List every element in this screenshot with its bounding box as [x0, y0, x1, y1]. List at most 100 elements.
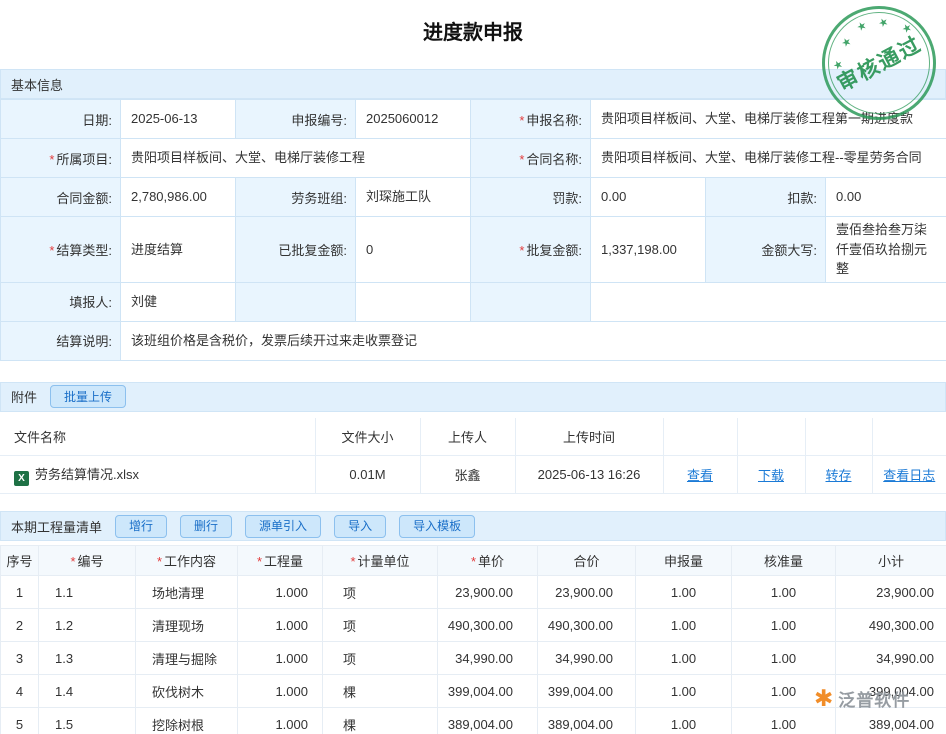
- labor-team-label: 劳务班组:: [236, 178, 356, 217]
- view-link[interactable]: 查看: [687, 468, 713, 483]
- cell-declared-qty: 1.00: [636, 642, 732, 675]
- cell-seq: 2: [1, 609, 39, 642]
- col-header-declared-qty: 申报量: [636, 546, 732, 576]
- batch-upload-button[interactable]: 批量上传: [50, 385, 126, 408]
- required-mark: *: [49, 152, 54, 167]
- col-header-total-price: 合价: [538, 546, 636, 576]
- cell-code: 1.2: [39, 609, 136, 642]
- required-mark: *: [519, 243, 524, 258]
- table-row: 日期: 2025-06-13 申报编号: 2025060012 *申报名称: 贵…: [1, 100, 946, 139]
- cell-declared-qty: 1.00: [636, 675, 732, 708]
- cell-approved-qty: 1.00: [732, 708, 836, 734]
- cell-total-price: 399,004.00: [538, 675, 636, 708]
- date-label: 日期:: [1, 100, 121, 139]
- approved-amount-done-value: 0: [356, 217, 471, 283]
- cell-code: 1.3: [39, 642, 136, 675]
- transfer-link[interactable]: 转存: [825, 468, 851, 483]
- cell-total-price: 34,990.00: [538, 642, 636, 675]
- penalty-label: 罚款:: [471, 178, 591, 217]
- cell-unit: 棵: [323, 708, 438, 734]
- import-template-button[interactable]: 导入模板: [399, 515, 475, 538]
- delete-row-button[interactable]: 删行: [180, 515, 232, 538]
- settle-type-value: 进度结算: [121, 217, 236, 283]
- view-log-link[interactable]: 查看日志: [883, 468, 935, 483]
- required-mark: *: [350, 554, 355, 569]
- table-row: *所属项目: 贵阳项目样板间、大堂、电梯厅装修工程 *合同名称: 贵阳项目样板间…: [1, 139, 946, 178]
- page-title: 进度款申报: [0, 0, 946, 57]
- cell-work-content: 挖除树根: [136, 708, 238, 734]
- basic-info-table: 日期: 2025-06-13 申报编号: 2025060012 *申报名称: 贵…: [0, 99, 946, 361]
- cell-work-content: 场地清理: [136, 576, 238, 609]
- approved-amount-label: *批复金额:: [471, 217, 591, 283]
- add-row-button[interactable]: 增行: [115, 515, 167, 538]
- file-name-cell: X劳务结算情况.xlsx: [0, 456, 315, 494]
- file-actions-cell: 下载: [737, 456, 805, 494]
- declare-name-value: 贵阳项目样板间、大堂、电梯厅装修工程第一期进度款: [591, 100, 946, 139]
- upload-time-cell: 2025-06-13 16:26: [515, 456, 663, 494]
- file-actions-cell: 转存: [805, 456, 872, 494]
- cell-unit: 项: [323, 609, 438, 642]
- contract-amount-value: 2,780,986.00: [121, 178, 236, 217]
- cell-quantity: 1.000: [238, 642, 323, 675]
- table-row: 5 1.5 挖除树根 1.000 棵 389,004.00 389,004.00…: [1, 708, 946, 734]
- empty-cell: [236, 282, 356, 321]
- file-actions-cell: 查看日志: [872, 456, 946, 494]
- declare-no-label: 申报编号:: [236, 100, 356, 139]
- col-header-empty: [872, 418, 946, 456]
- declare-no-value: 2025060012: [356, 100, 471, 139]
- date-value: 2025-06-13: [121, 100, 236, 139]
- file-actions-cell: 查看: [663, 456, 737, 494]
- required-mark: *: [519, 152, 524, 167]
- col-header-approved-qty: 核准量: [732, 546, 836, 576]
- col-header-file-name: 文件名称: [0, 418, 315, 456]
- table-row: 填报人: 刘健: [1, 282, 946, 321]
- cell-code: 1.4: [39, 675, 136, 708]
- col-header-code: *编号: [39, 546, 136, 576]
- col-header-subtotal: 小计: [836, 546, 946, 576]
- table-row: 2 1.2 清理现场 1.000 项 490,300.00 490,300.00…: [1, 609, 946, 642]
- contract-name-value: 贵阳项目样板间、大堂、电梯厅装修工程--零星劳务合同: [591, 139, 946, 178]
- amount-in-words-label: 金额大写:: [706, 217, 826, 283]
- penalty-value: 0.00: [591, 178, 706, 217]
- table-row: 合同金额: 2,780,986.00 劳务班组: 刘琛施工队 罚款: 0.00 …: [1, 178, 946, 217]
- col-header-empty: [737, 418, 805, 456]
- cell-approved-qty: 1.00: [732, 609, 836, 642]
- required-mark: *: [49, 243, 54, 258]
- cell-unit: 项: [323, 576, 438, 609]
- contract-amount-label: 合同金额:: [1, 178, 121, 217]
- table-row: *结算类型: 进度结算 已批复金额: 0 *批复金额: 1,337,198.00…: [1, 217, 946, 283]
- approved-amount-value: 1,337,198.00: [591, 217, 706, 283]
- empty-cell: [356, 282, 471, 321]
- cell-work-content: 清理与掘除: [136, 642, 238, 675]
- source-import-button[interactable]: 源单引入: [245, 515, 321, 538]
- cell-subtotal: 23,900.00: [836, 576, 946, 609]
- col-header-unit-price: *单价: [438, 546, 538, 576]
- attachments-title: 附件: [11, 387, 37, 406]
- cell-quantity: 1.000: [238, 576, 323, 609]
- file-size-cell: 0.01M: [315, 456, 420, 494]
- settle-note-label: 结算说明:: [1, 321, 121, 360]
- import-button[interactable]: 导入: [334, 515, 386, 538]
- cell-unit-price: 23,900.00: [438, 576, 538, 609]
- col-header-seq: 序号: [1, 546, 39, 576]
- deduction-label: 扣款:: [706, 178, 826, 217]
- deduction-value: 0.00: [826, 178, 946, 217]
- cell-approved-qty: 1.00: [732, 675, 836, 708]
- col-header-file-size: 文件大小: [315, 418, 420, 456]
- empty-cell: [471, 282, 591, 321]
- quantity-list-header: 本期工程量清单 增行 删行 源单引入 导入 导入模板: [0, 511, 946, 541]
- cell-quantity: 1.000: [238, 609, 323, 642]
- cell-seq: 3: [1, 642, 39, 675]
- cell-seq: 1: [1, 576, 39, 609]
- attachments-table: 文件名称 文件大小 上传人 上传时间 X劳务结算情况.xlsx 0.01M 张鑫…: [0, 418, 946, 495]
- table-row: 1 1.1 场地清理 1.000 项 23,900.00 23,900.00 1…: [1, 576, 946, 609]
- cell-subtotal: 34,990.00: [836, 642, 946, 675]
- declare-name-label: *申报名称:: [471, 100, 591, 139]
- required-mark: *: [471, 554, 476, 569]
- settle-note-value: 该班组价格是含税价，发票后续开过来走收票登记: [121, 321, 946, 360]
- progress-payment-declaration-page: 进度款申报 ★ ★ ★ ★ ★ 审核通过 基本信息 日期: 2025-06-13…: [0, 0, 946, 734]
- col-header-uploader: 上传人: [420, 418, 515, 456]
- download-link[interactable]: 下载: [758, 468, 784, 483]
- cell-unit-price: 399,004.00: [438, 675, 538, 708]
- uploader-cell: 张鑫: [420, 456, 515, 494]
